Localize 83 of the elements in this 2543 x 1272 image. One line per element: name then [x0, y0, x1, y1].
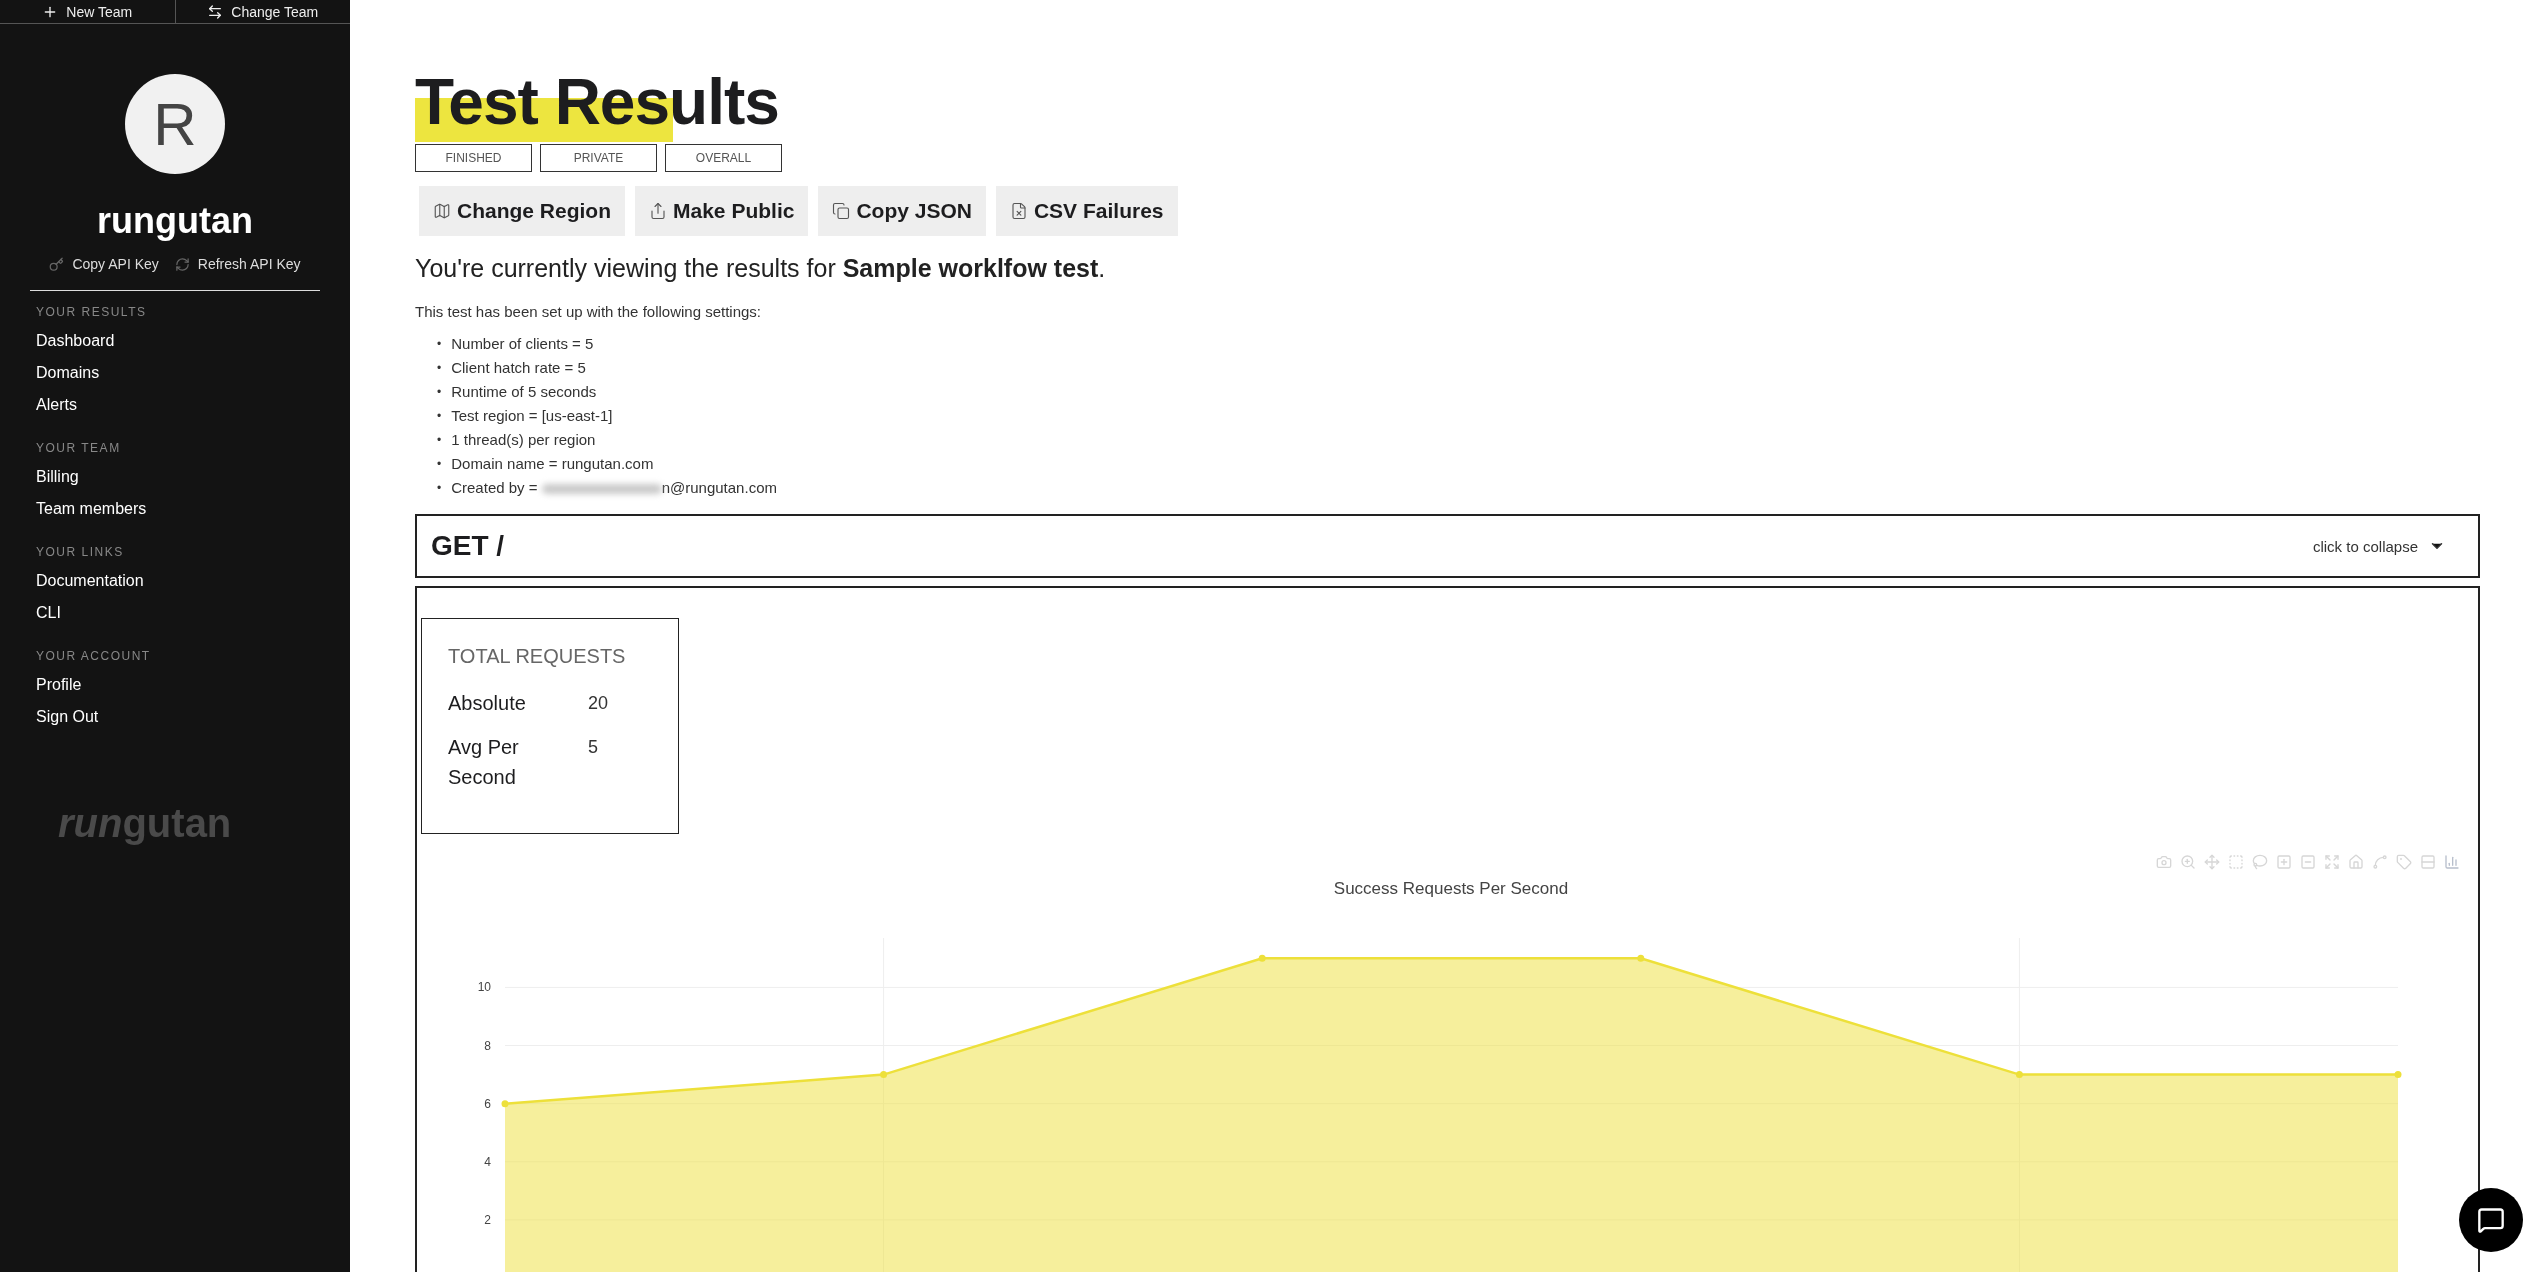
bullet: • [437, 408, 442, 425]
data-point [1637, 954, 1645, 962]
nav-link[interactable]: Billing [36, 461, 79, 493]
collapse-toggle[interactable]: click to collapse [2306, 536, 2452, 556]
nav-link[interactable]: Documentation [36, 565, 144, 597]
chart-logo-icon[interactable] [2444, 854, 2460, 870]
section-heading: YOUR RESULTS [36, 305, 147, 319]
setting-text: Created by = [451, 479, 539, 496]
bullet: • [437, 480, 442, 497]
camera-icon[interactable] [2156, 854, 2172, 870]
zoom-in-icon[interactable] [2276, 854, 2292, 870]
data-point [1258, 954, 1266, 962]
compare-icon[interactable] [2420, 854, 2436, 870]
share-icon [649, 202, 667, 220]
y-tick-label: 6 [484, 1096, 491, 1111]
bullet: • [437, 360, 442, 377]
lasso-icon[interactable] [2252, 854, 2268, 870]
setting-item: Domain name = rungutan.com [451, 454, 654, 474]
nav-link[interactable]: Domains [36, 357, 100, 389]
home-icon[interactable] [2348, 854, 2364, 870]
data-point [2015, 1071, 2023, 1079]
settings-heading: This test has been set up with the following settings: [415, 303, 763, 320]
nav-link[interactable]: CLI [36, 597, 61, 629]
chat-icon [2477, 1206, 2505, 1234]
api-key-button[interactable]: Refresh API Key [174, 256, 301, 272]
team-name: rungutan [96, 200, 254, 242]
setting-item: Runtime of 5 seconds [451, 382, 597, 402]
file-icon [1009, 202, 1028, 220]
action-button[interactable]: Copy JSON [818, 186, 986, 236]
section-heading: YOUR LINKS [36, 545, 124, 559]
chart-title: Success Requests Per Second [1333, 879, 1569, 898]
nav-link[interactable]: Dashboard [36, 325, 115, 357]
map-icon [433, 202, 451, 220]
section-heading: YOUR ACCOUNT [36, 649, 151, 663]
copy-icon [832, 202, 851, 220]
box-select-icon[interactable] [2228, 854, 2244, 870]
key-icon [49, 256, 65, 272]
nav-link[interactable]: Alerts [36, 389, 77, 421]
zoom-icon[interactable] [2180, 854, 2196, 870]
status-tag: FINISHED [415, 144, 532, 172]
bullet: • [437, 432, 442, 449]
bullet: • [437, 336, 442, 353]
action-button[interactable]: Make Public [635, 186, 809, 236]
refresh-icon [174, 256, 190, 272]
stat-label: Absolute [448, 691, 527, 716]
bullet: • [437, 456, 442, 473]
intro-text: You're currently viewing the results for Sample worklfow test. [415, 254, 1107, 283]
swap-icon [207, 3, 224, 20]
endpoint-title: GET / [431, 530, 505, 562]
nav-link[interactable]: Profile [36, 669, 82, 701]
nav-link[interactable]: Team members [36, 493, 147, 525]
data-point [880, 1071, 888, 1079]
setting-item: 1 thread(s) per region [451, 430, 596, 450]
team-avatar: R [125, 74, 225, 174]
data-point [2394, 1071, 2402, 1079]
team-button[interactable]: New Team [0, 0, 176, 23]
setting-item: Client hatch rate = 5 [451, 358, 586, 378]
stat-label: Avg Per Second [448, 735, 520, 790]
data-point [501, 1100, 509, 1108]
email-text: n@rungutan.com [661, 479, 777, 496]
section-heading: YOUR TEAM [36, 441, 121, 455]
y-tick-label: 2 [484, 1212, 491, 1227]
stats-title: TOTAL REQUESTS [448, 645, 627, 668]
pan-icon[interactable] [2204, 854, 2220, 870]
y-tick-label: 10 [477, 980, 491, 995]
stat-value: 5 [588, 736, 599, 759]
team-button[interactable]: Change Team [175, 0, 350, 23]
tag-icon[interactable] [2396, 854, 2412, 870]
status-tag: PRIVATE [540, 144, 657, 172]
y-tick-label: 4 [484, 1154, 491, 1169]
stat-value: 20 [588, 692, 610, 715]
spike-lines-icon[interactable] [2372, 854, 2388, 870]
action-button[interactable]: CSV Failures [995, 186, 1178, 236]
action-button[interactable]: Change Region [419, 186, 625, 236]
bullet: • [437, 384, 442, 401]
setting-item: Test region = [us-east-1] [451, 406, 613, 426]
status-tag: OVERALL [665, 144, 782, 172]
y-tick-label: 8 [484, 1038, 491, 1053]
api-key-button[interactable]: Copy API Key [49, 256, 159, 272]
nav-link[interactable]: Sign Out [36, 701, 99, 733]
setting-item: Number of clients = 5 [451, 334, 594, 354]
zoom-out-icon[interactable] [2300, 854, 2316, 870]
autoscale-icon[interactable] [2324, 854, 2340, 870]
